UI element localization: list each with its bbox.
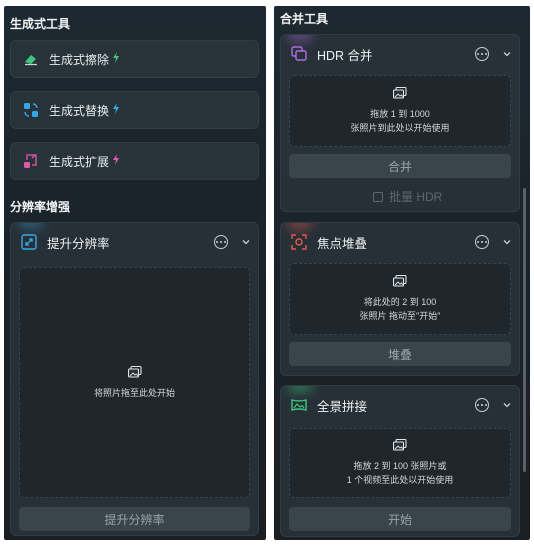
panorama-card: 全景拼接 拖放 2 到 100 张照片或 1 个视频至此处以开始使用 开始 <box>280 385 520 537</box>
panorama-title: 全景拼接 <box>317 399 368 414</box>
chevron-down-icon[interactable] <box>502 49 512 59</box>
chevron-down-icon[interactable] <box>502 237 512 247</box>
lightning-icon <box>112 101 120 119</box>
tool-generative-replace[interactable]: 生成式替换 <box>10 91 259 129</box>
more-options-icon[interactable] <box>475 47 489 61</box>
focus-stack-icon <box>291 234 307 250</box>
photos-icon <box>393 87 407 99</box>
tool-label: 生成式扩展 <box>49 154 110 169</box>
hdr-dropzone[interactable]: 拖放 1 到 1000 张照片到此处以开始使用 <box>289 75 511 147</box>
hdr-merge-icon <box>291 46 307 62</box>
upscale-card: 提升分辨率 将照片拖至此处开始 提升分辨率 <box>10 222 259 536</box>
dropzone-line-1: 将此处的 2 到 100 <box>363 297 437 307</box>
batch-hdr-checkbox[interactable]: 批量 HDR <box>373 188 442 205</box>
eraser-icon <box>23 51 39 67</box>
dropzone-text: 将照片拖至此处开始 <box>93 387 175 398</box>
batch-hdr-label: 批量 HDR <box>389 190 443 204</box>
dropzone-line-1: 拖放 2 到 100 张照片或 <box>353 461 447 471</box>
hdr-merge-card: HDR 合并 拖放 1 到 1000 张照片到此处以开始使用 合并 批量 HDR <box>280 34 520 212</box>
chevron-down-icon[interactable] <box>502 400 512 410</box>
panorama-header: 全景拼接 <box>281 386 519 424</box>
right-panel: 合并工具 HDR 合并 拖放 1 到 1000 张照片到此处以开始使用 合并 批… <box>274 6 530 540</box>
start-button[interactable]: 开始 <box>289 507 511 531</box>
merge-tools-title: 合并工具 <box>280 12 329 26</box>
focus-dropzone[interactable]: 将此处的 2 到 100 张照片 拖动至"开始" <box>289 263 511 335</box>
hdr-title: HDR 合并 <box>317 48 373 63</box>
scrollbar[interactable] <box>523 188 526 472</box>
merge-button[interactable]: 合并 <box>289 154 511 178</box>
lightning-icon <box>112 152 120 170</box>
tool-label: 生成式替换 <box>49 103 110 118</box>
dropzone-line-2: 张照片到此处以开始使用 <box>350 123 450 133</box>
photos-icon <box>393 439 407 451</box>
upscale-dropzone[interactable]: 将照片拖至此处开始 <box>19 267 250 498</box>
photos-icon <box>393 275 407 287</box>
replace-icon <box>23 102 39 118</box>
photos-icon <box>127 365 142 378</box>
generative-tools-title: 生成式工具 <box>10 17 71 31</box>
checkbox-box[interactable] <box>373 191 383 202</box>
stack-button[interactable]: 堆叠 <box>289 342 511 366</box>
panorama-dropzone[interactable]: 拖放 2 到 100 张照片或 1 个视频至此处以开始使用 <box>289 428 511 498</box>
upscale-header: 提升分辨率 <box>11 223 258 261</box>
focus-title: 焦点堆叠 <box>317 236 368 251</box>
tool-label: 生成式擦除 <box>49 52 110 67</box>
chevron-down-icon[interactable] <box>241 237 251 247</box>
lightning-icon <box>112 50 120 68</box>
tool-generative-expand[interactable]: 生成式扩展 <box>10 142 259 180</box>
focus-stack-card: 焦点堆叠 将此处的 2 到 100 张照片 拖动至"开始" 堆叠 <box>280 222 520 376</box>
resolution-enhance-title: 分辨率增强 <box>10 200 71 214</box>
more-options-icon[interactable] <box>214 235 228 249</box>
hdr-header: HDR 合并 <box>281 35 519 73</box>
left-panel: 生成式工具 生成式擦除 生成式替换 生成式扩展 分辨率增强 提升分辨率 将照片拖… <box>4 6 266 540</box>
upscale-button[interactable]: 提升分辨率 <box>19 507 250 531</box>
more-options-icon[interactable] <box>475 235 489 249</box>
expand-icon <box>23 153 39 169</box>
dropzone-line-2: 1 个视频至此处以开始使用 <box>346 475 454 485</box>
focus-header: 焦点堆叠 <box>281 223 519 261</box>
more-options-icon[interactable] <box>475 398 489 412</box>
upscale-title: 提升分辨率 <box>47 236 110 251</box>
dropzone-line-1: 拖放 1 到 1000 <box>370 109 430 119</box>
tool-generative-erase[interactable]: 生成式擦除 <box>10 40 259 78</box>
panorama-icon <box>291 397 307 413</box>
dropzone-line-2: 张照片 拖动至"开始" <box>359 311 441 321</box>
upscale-icon <box>21 234 37 250</box>
